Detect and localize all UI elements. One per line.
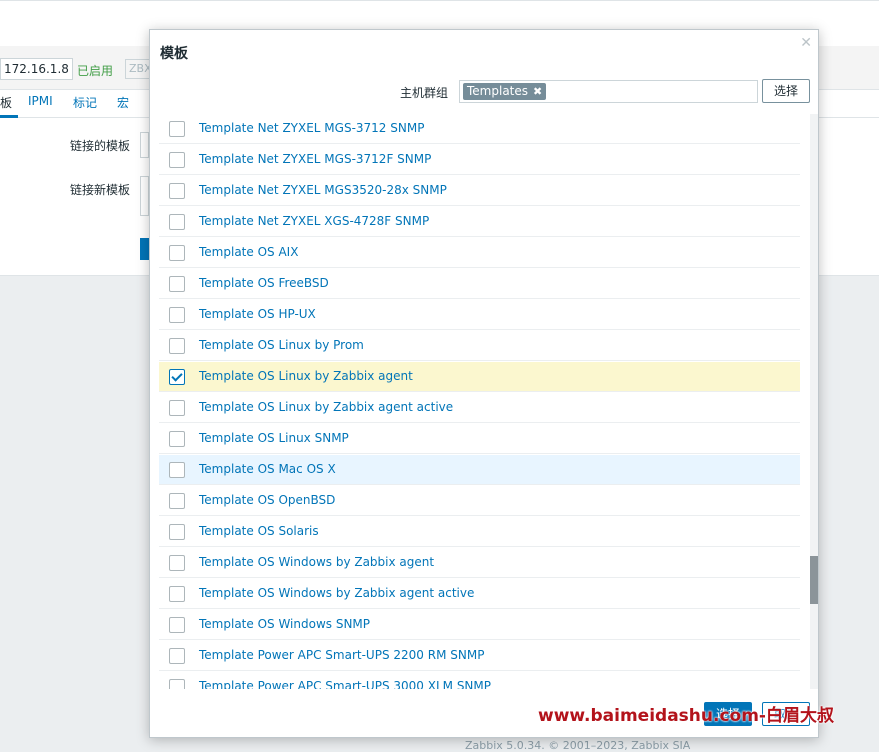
row-checkbox[interactable] xyxy=(169,214,185,230)
template-link[interactable]: Template Net ZYXEL MGS-3712 SNMP xyxy=(199,121,424,135)
template-link[interactable]: Template Net ZYXEL MGS-3712F SNMP xyxy=(199,152,431,166)
row-checkbox[interactable] xyxy=(169,586,185,602)
table-row[interactable]: Template OS OpenBSD xyxy=(159,486,800,516)
template-link[interactable]: Template OS Linux by Zabbix agent xyxy=(199,369,413,383)
host-ip[interactable]: 172.16.1.8 xyxy=(0,58,73,80)
template-list: Template Net ZYXEL MGS-3712 SNMP Template… xyxy=(150,114,818,689)
linked-templates-box xyxy=(140,132,149,158)
row-checkbox[interactable] xyxy=(169,152,185,168)
template-link[interactable]: Template OS Linux SNMP xyxy=(199,431,349,445)
table-row[interactable]: Template OS Linux by Zabbix agent xyxy=(159,362,800,392)
table-row[interactable]: Template OS Windows SNMP xyxy=(159,610,800,640)
table-row[interactable]: Template Net ZYXEL MGS3520-28x SNMP xyxy=(159,176,800,206)
table-row[interactable]: Template OS Windows by Zabbix agent xyxy=(159,548,800,578)
template-link[interactable]: Template OS AIX xyxy=(199,245,298,259)
table-row[interactable]: Template Net ZYXEL XGS-4728F SNMP xyxy=(159,207,800,237)
template-link[interactable]: Template OS Linux by Prom xyxy=(199,338,364,352)
host-group-chip: Templates ✖ xyxy=(463,83,547,100)
table-row[interactable]: Template Net ZYXEL MGS-3712F SNMP xyxy=(159,145,800,175)
row-checkbox[interactable] xyxy=(169,369,185,385)
row-checkbox[interactable] xyxy=(169,183,185,199)
row-checkbox[interactable] xyxy=(169,524,185,540)
template-link[interactable]: Template OS HP-UX xyxy=(199,307,316,321)
template-link[interactable]: Template OS Windows SNMP xyxy=(199,617,370,631)
watermark: www.baimeidashu.com-白眉大叔 xyxy=(538,706,834,726)
tab-ipmi[interactable]: IPMI xyxy=(28,94,53,108)
page-footer: Zabbix 5.0.34. © 2001–2023, Zabbix SIA xyxy=(465,739,691,752)
template-link[interactable]: Template Power APC Smart-UPS 3000 XLM SN… xyxy=(199,679,491,689)
row-checkbox[interactable] xyxy=(169,121,185,137)
table-row[interactable]: Template OS Windows by Zabbix agent acti… xyxy=(159,579,800,609)
template-link[interactable]: Template Net ZYXEL MGS3520-28x SNMP xyxy=(199,183,447,197)
host-group-select-button[interactable]: 选择 xyxy=(762,79,810,103)
row-checkbox[interactable] xyxy=(169,462,185,478)
row-checkbox[interactable] xyxy=(169,679,185,689)
template-link[interactable]: Template OS Windows by Zabbix agent acti… xyxy=(199,586,474,600)
tab-macros[interactable]: 宏 xyxy=(117,94,129,111)
template-link[interactable]: Template Power APC Smart-UPS 2200 RM SNM… xyxy=(199,648,484,662)
table-row[interactable]: Template OS Solaris xyxy=(159,517,800,547)
link-new-templates-label: 链接新模板 xyxy=(69,183,130,197)
link-new-templates-input[interactable] xyxy=(140,176,149,216)
row-checkbox[interactable] xyxy=(169,307,185,323)
template-link[interactable]: Template OS Linux by Zabbix agent active xyxy=(199,400,453,414)
template-select-dialog: 模板 ✕ 主机群组 Templates ✖ 选择 Template Net ZYX… xyxy=(149,29,819,738)
tab-templates[interactable]: 板 xyxy=(0,94,12,111)
row-checkbox[interactable] xyxy=(169,493,185,509)
remove-chip-icon[interactable]: ✖ xyxy=(533,85,542,98)
template-link[interactable]: Template OS Windows by Zabbix agent xyxy=(199,555,434,569)
template-link[interactable]: Template OS Mac OS X xyxy=(199,462,336,476)
template-link[interactable]: Template OS Solaris xyxy=(199,524,319,538)
tab-tags[interactable]: 标记 xyxy=(73,94,97,111)
row-checkbox[interactable] xyxy=(169,276,185,292)
chip-label: Templates xyxy=(467,84,529,98)
table-row[interactable]: Template OS Linux by Zabbix agent active xyxy=(159,393,800,423)
dialog-title: 模板 xyxy=(160,46,188,62)
row-checkbox[interactable] xyxy=(169,617,185,633)
table-row[interactable]: Template OS Linux SNMP xyxy=(159,424,800,454)
template-link[interactable]: Template OS FreeBSD xyxy=(199,276,329,290)
row-checkbox[interactable] xyxy=(169,555,185,571)
host-group-multiselect[interactable]: Templates ✖ xyxy=(459,80,758,103)
host-group-label: 主机群组 xyxy=(400,86,449,100)
table-row[interactable]: Template OS Mac OS X xyxy=(159,455,800,485)
table-row[interactable]: Template Power APC Smart-UPS 3000 XLM SN… xyxy=(159,672,800,689)
template-link[interactable]: Template Net ZYXEL XGS-4728F SNMP xyxy=(199,214,429,228)
row-checkbox[interactable] xyxy=(169,245,185,261)
linked-templates-label: 链接的模板 xyxy=(69,139,130,153)
row-checkbox[interactable] xyxy=(169,648,185,664)
table-row[interactable]: Template OS Linux by Prom xyxy=(159,331,800,361)
table-row[interactable]: Template OS HP-UX xyxy=(159,300,800,330)
table-row[interactable]: Template Power APC Smart-UPS 2200 RM SNM… xyxy=(159,641,800,671)
table-row[interactable]: Template OS AIX xyxy=(159,238,800,268)
row-checkbox[interactable] xyxy=(169,400,185,416)
row-checkbox[interactable] xyxy=(169,338,185,354)
table-row[interactable]: Template Net ZYXEL MGS-3712 SNMP xyxy=(159,114,800,144)
row-checkbox[interactable] xyxy=(169,431,185,447)
template-link[interactable]: Template OS OpenBSD xyxy=(199,493,335,507)
scrollbar-thumb[interactable] xyxy=(810,556,818,604)
host-status[interactable]: 已启用 xyxy=(77,62,113,79)
close-icon[interactable]: ✕ xyxy=(800,35,812,51)
update-button[interactable] xyxy=(140,238,149,260)
table-row[interactable]: Template OS FreeBSD xyxy=(159,269,800,299)
